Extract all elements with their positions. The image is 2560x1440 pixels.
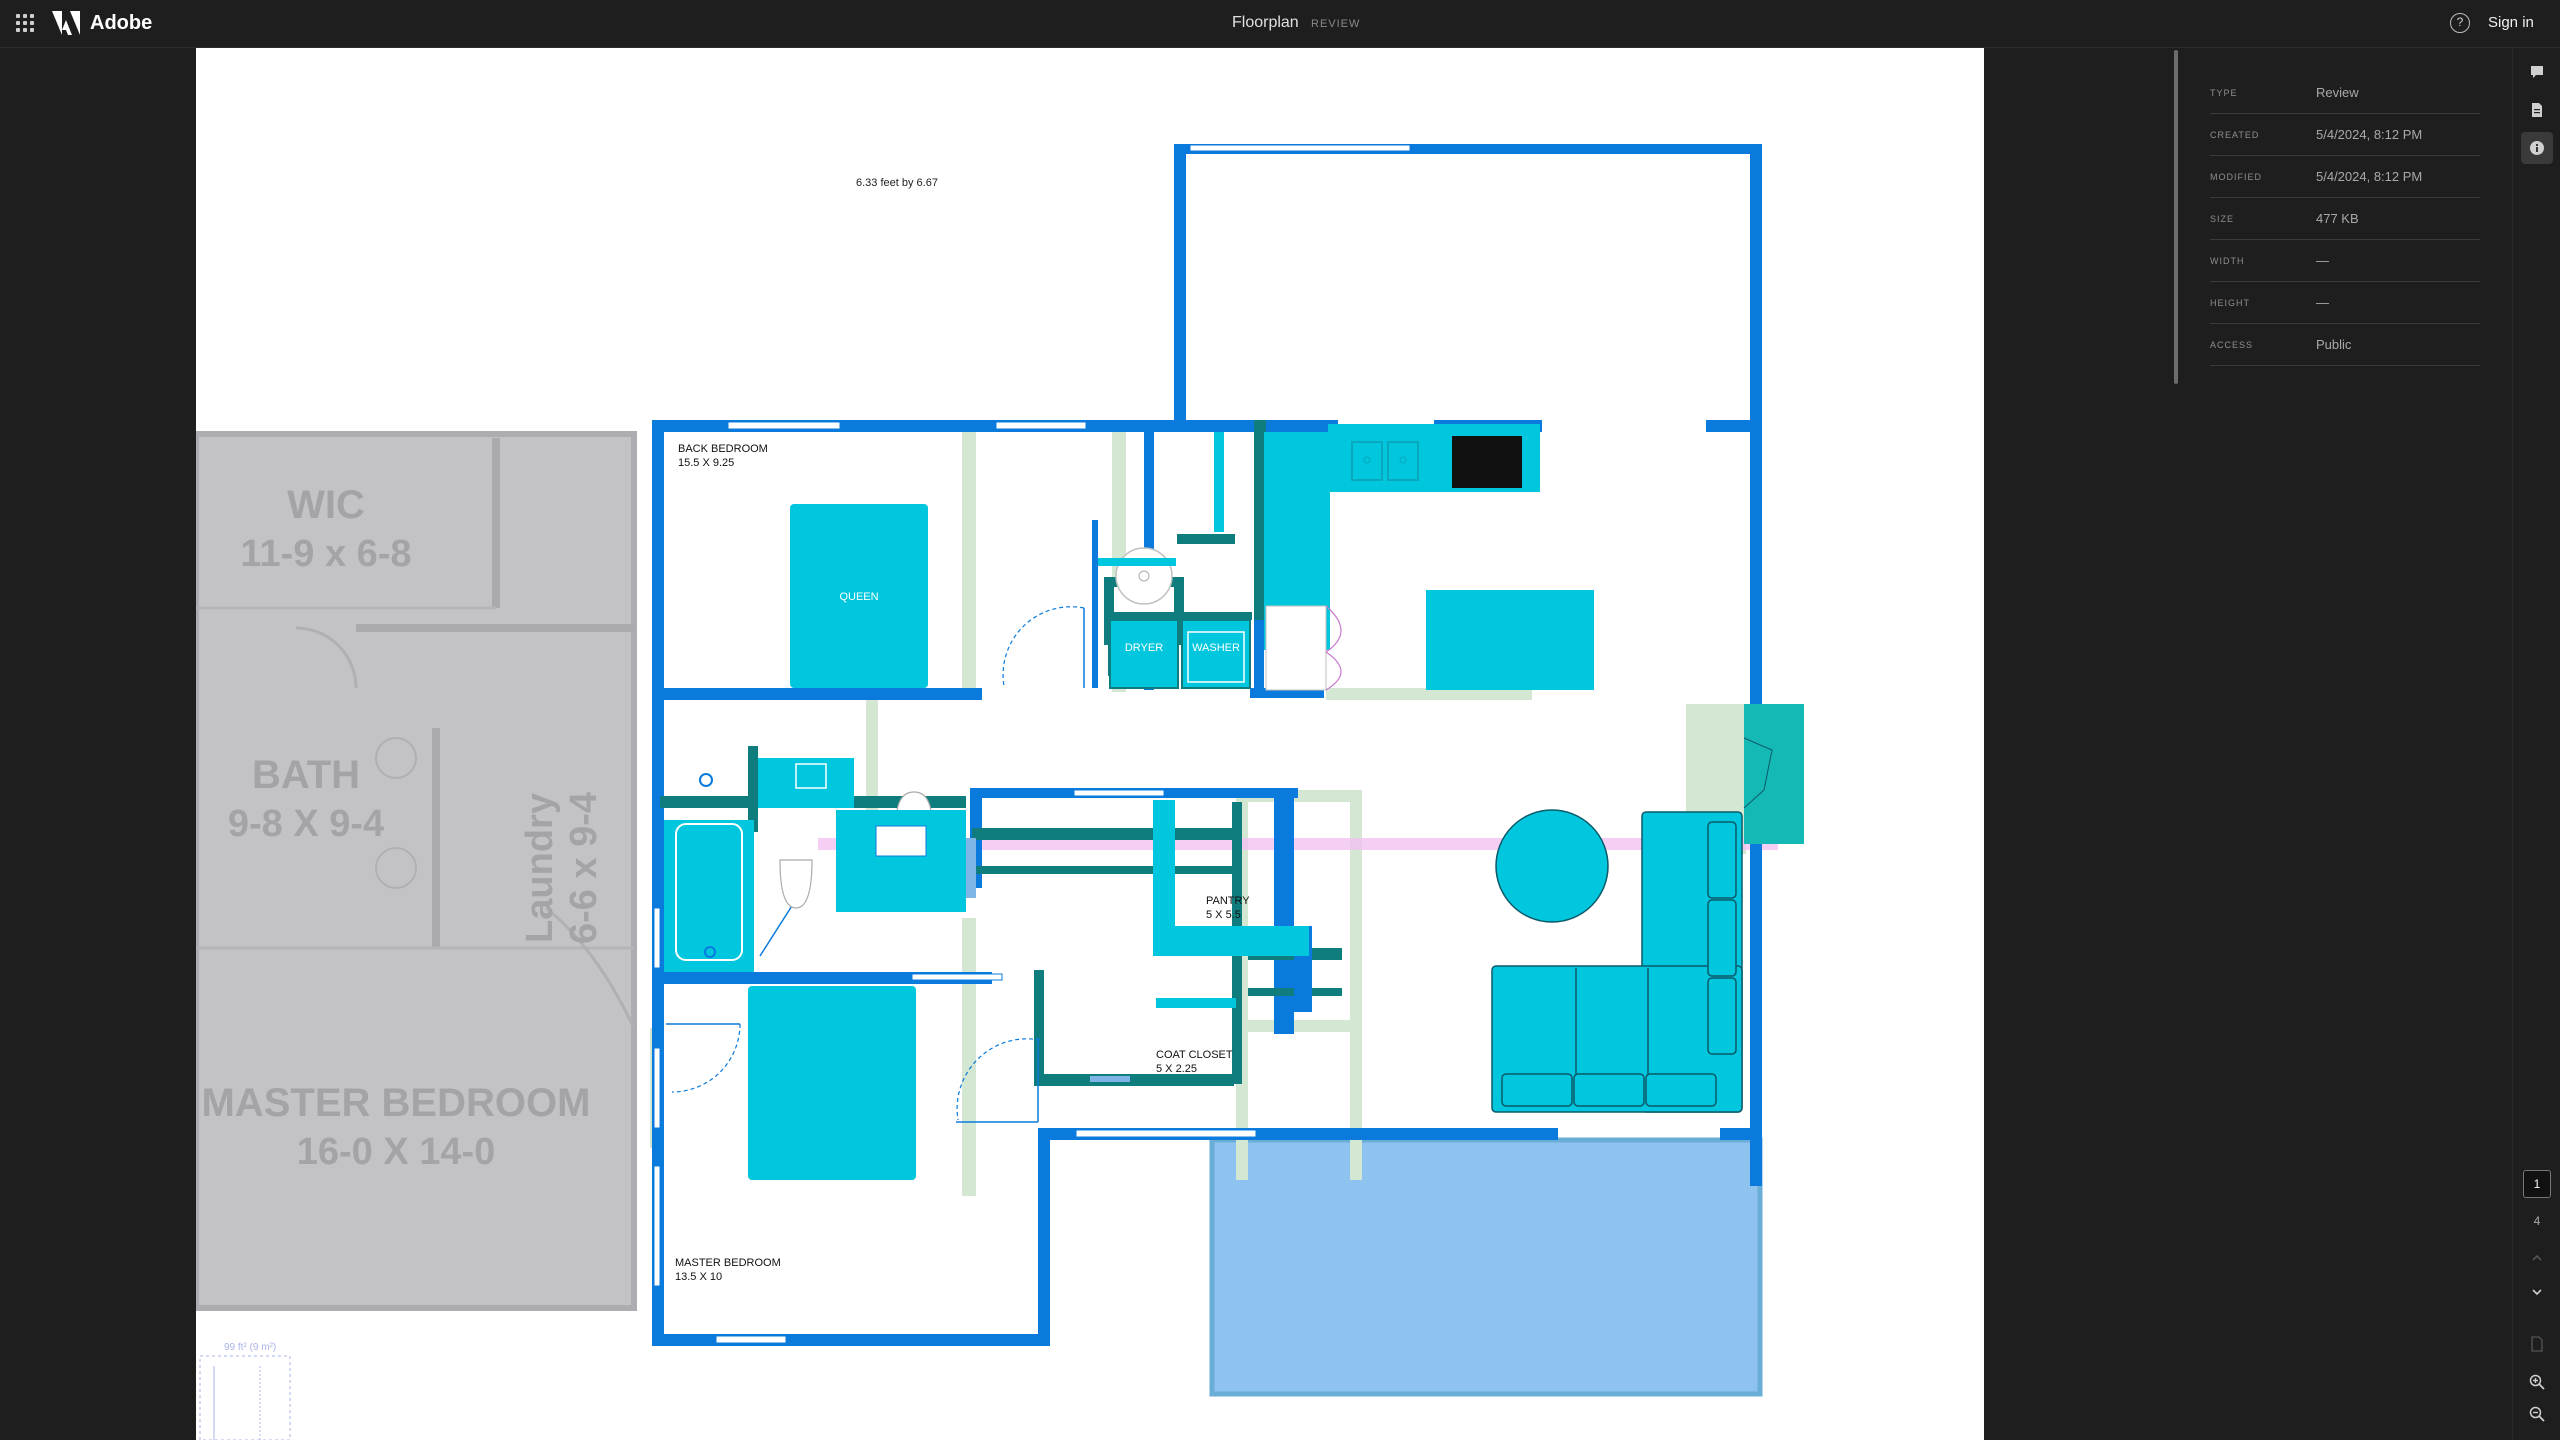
area-legend-label: 99 ft² (9 m²) <box>224 1342 276 1353</box>
property-key: HEIGHT <box>2210 297 2251 308</box>
dryer <box>1109 619 1179 689</box>
property-value: — <box>2316 295 2329 310</box>
properties-list: TYPE Review CREATED 5/4/2024, 8:12 PM MODI… <box>2210 72 2480 366</box>
underlay-bath-size: 9-8 X 9-4 <box>228 803 384 845</box>
right-rail: 1 4 <box>2512 48 2560 1440</box>
vertical-scrollbar[interactable] <box>2174 50 2178 384</box>
sign-in-link[interactable]: Sign in <box>2488 14 2534 31</box>
chevron-up-icon[interactable] <box>2521 1242 2553 1274</box>
adobe-logo[interactable]: Adobe <box>52 11 152 35</box>
comment-icon[interactable] <box>2521 56 2553 88</box>
toilet <box>779 859 813 909</box>
chevron-down-icon[interactable] <box>2521 1276 2553 1308</box>
utility-sink <box>1115 547 1173 605</box>
underlay-wic-label: WIC <box>287 483 365 527</box>
info-panel: TYPE Review CREATED 5/4/2024, 8:12 PM MODI… <box>2180 48 2512 1440</box>
patio-area <box>1209 1137 1763 1397</box>
property-key: TYPE <box>2210 87 2238 98</box>
master-bedroom-size: 13.5 X 10 <box>675 1271 722 1283</box>
vanity <box>758 758 854 808</box>
property-key: MODIFIED <box>2210 171 2262 182</box>
area-legend: 99 ft² (9 m²) <box>199 1342 291 1440</box>
side-cabinet <box>1744 704 1804 844</box>
back-bedroom-size: 15.5 X 9.25 <box>678 457 734 469</box>
property-row-type: TYPE Review <box>2210 72 2480 114</box>
queen-bed-label: QUEEN <box>839 591 878 603</box>
property-row-modified: MODIFIED 5/4/2024, 8:12 PM <box>2210 156 2480 198</box>
pantry-shelf <box>1153 926 1309 956</box>
fridge <box>1265 605 1327 691</box>
property-row-size: SIZE 477 KB <box>2210 198 2480 240</box>
underlay-master-size: 16-0 X 14-0 <box>297 1131 496 1173</box>
top-bar: Adobe Floorplan REVIEW ? Sign in <box>0 0 2560 48</box>
zoom-out-icon[interactable] <box>2521 1398 2553 1430</box>
zoom-in-icon[interactable] <box>2521 1366 2553 1398</box>
file-icon[interactable] <box>2521 94 2553 126</box>
brand-name: Adobe <box>90 11 153 34</box>
app-switcher-icon[interactable] <box>16 14 34 32</box>
help-icon[interactable]: ? <box>2450 13 2470 33</box>
property-row-width: WIDTH — <box>2210 240 2480 282</box>
washer <box>1181 619 1251 689</box>
pantry-label: PANTRY <box>1206 895 1250 907</box>
adobe-logo-icon <box>52 11 80 35</box>
kitchen-island <box>1426 590 1594 690</box>
pantry-size: 5 X 5.5 <box>1206 909 1241 921</box>
property-value: Review <box>2316 85 2359 100</box>
property-value: 5/4/2024, 8:12 PM <box>2316 127 2423 142</box>
master-bed <box>748 986 916 1180</box>
property-key: CREATED <box>2210 129 2260 140</box>
bathtub <box>664 820 754 972</box>
property-value: Public <box>2316 337 2352 352</box>
info-icon[interactable] <box>2521 132 2553 164</box>
property-value: 477 KB <box>2316 211 2359 226</box>
document-type-badge: REVIEW <box>1311 18 1361 30</box>
property-value: — <box>2316 253 2329 268</box>
underlay-master-label: MASTER BEDROOM <box>202 1081 591 1125</box>
property-key: SIZE <box>2210 213 2235 224</box>
property-key: WIDTH <box>2210 255 2245 266</box>
underlay-laundry-size: 6-6 x 9-4 <box>563 792 605 944</box>
bath-counter <box>836 810 966 912</box>
property-row-height: HEIGHT — <box>2210 282 2480 324</box>
document-title: Floorplan <box>1232 14 1299 31</box>
back-bedroom-label: BACK BEDROOM <box>678 443 768 455</box>
master-bedroom-label: MASTER BEDROOM <box>675 1257 781 1269</box>
round-table <box>1495 809 1609 923</box>
coat-closet-size: 5 X 2.25 <box>1156 1063 1197 1075</box>
fit-page-icon[interactable] <box>2521 1328 2553 1360</box>
page-count: 4 <box>2533 1214 2541 1228</box>
cooktop <box>1452 436 1522 488</box>
underlay-laundry-label: Laundry <box>519 793 561 943</box>
property-row-access: ACCESS Public <box>2210 324 2480 366</box>
page-number-input[interactable]: 1 <box>2523 1170 2551 1198</box>
document-viewer[interactable]: WIC 11-9 x 6-8 BATH 9-8 X 9-4 Laundry 6-… <box>0 48 2180 1440</box>
underlay-wic-size: 11-9 x 6-8 <box>240 533 411 575</box>
property-value: 5/4/2024, 8:12 PM <box>2316 169 2423 184</box>
underlay-plan: WIC 11-9 x 6-8 BATH 9-8 X 9-4 Laundry 6-… <box>196 431 637 1311</box>
coat-closet-label: COAT CLOSET <box>1156 1049 1233 1061</box>
dimension-note: 6.33 feet by 6.67 <box>856 177 938 189</box>
floorplan-page[interactable]: WIC 11-9 x 6-8 BATH 9-8 X 9-4 Laundry 6-… <box>196 48 1984 1440</box>
dryer-label: DRYER <box>1125 642 1163 654</box>
washer-label: WASHER <box>1192 642 1240 654</box>
underlay-bath-label: BATH <box>252 753 360 797</box>
floorplan-drawing: WIC 11-9 x 6-8 BATH 9-8 X 9-4 Laundry 6-… <box>196 144 1804 1440</box>
property-row-created: CREATED 5/4/2024, 8:12 PM <box>2210 114 2480 156</box>
property-key: ACCESS <box>2210 339 2254 350</box>
